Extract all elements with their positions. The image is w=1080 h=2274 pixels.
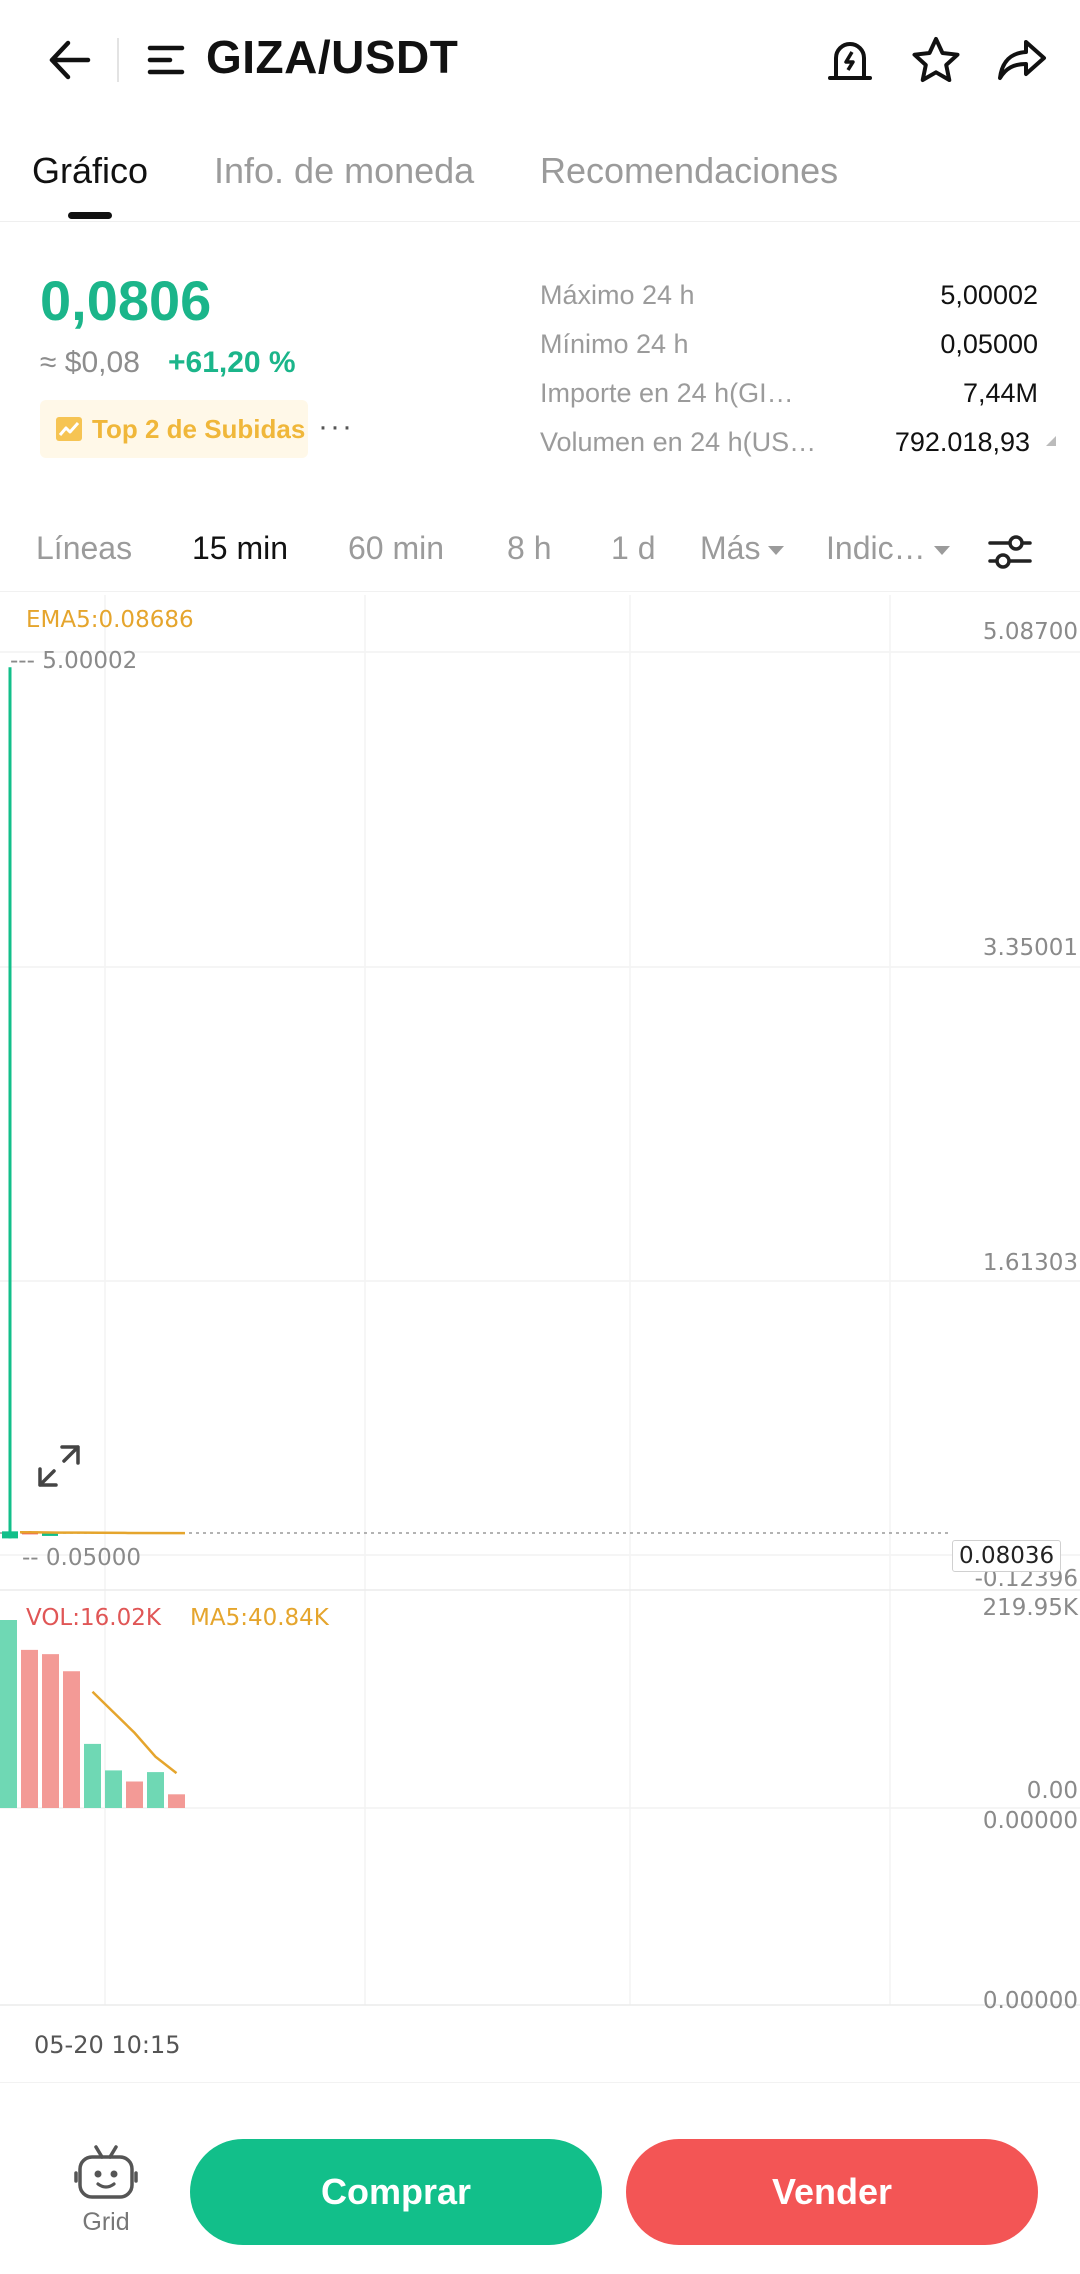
interval-lines[interactable]: Líneas — [36, 530, 132, 567]
max-price-marker: --- 5.00002 — [10, 648, 138, 674]
interval-8h[interactable]: 8 h — [507, 530, 551, 567]
more-caret-icon — [768, 546, 785, 556]
pair-menu-icon[interactable] — [144, 38, 188, 82]
price-axis-tick: 1.61303 — [982, 1250, 1078, 1276]
share-icon[interactable] — [994, 32, 1050, 88]
indicator-axis-tick: 0.00000 — [982, 1988, 1078, 2014]
tab-bar: Gráfico Info. de moneda Recomendaciones — [0, 130, 1080, 222]
indicator-axis-tick: 0.00000 — [982, 1808, 1078, 1834]
stat-volume-label: Volumen en 24 h(US… — [540, 427, 817, 457]
price-usd: ≈ $0,08 — [40, 346, 140, 379]
volume-bar — [126, 1781, 143, 1808]
indicators-dropdown[interactable]: Indic… — [826, 530, 950, 567]
interval-bar: Líneas 15 min 60 min 8 h 1 d Más Indic… — [0, 512, 1080, 592]
fullscreen-expand-icon[interactable] — [36, 1443, 82, 1489]
pair-title[interactable]: GIZA/USDT — [206, 30, 458, 84]
stat-low-value: 0,05000 — [940, 329, 1038, 359]
buy-button[interactable]: Comprar — [190, 2139, 602, 2245]
volume-label: VOL:16.02K — [26, 1605, 161, 1631]
current-price-tag: 0.08036 — [952, 1540, 1062, 1572]
volume-bar — [0, 1620, 17, 1808]
volume-bar — [168, 1794, 185, 1808]
stat-amount-label: Importe en 24 h(GI… — [540, 378, 794, 408]
price-alert-icon[interactable] — [822, 32, 878, 88]
stat-volume-value: 792.018,93 — [894, 427, 1030, 457]
volume-axis-tick: 0.00 — [1026, 1778, 1078, 1804]
stat-amount-value: 7,44M — [962, 378, 1038, 408]
grid-bot-label: Grid — [82, 2208, 130, 2236]
header-divider — [117, 38, 119, 82]
interval-more-label: Más — [700, 530, 761, 566]
tab-coin-info[interactable]: Info. de moneda — [214, 150, 474, 192]
top-bar: GIZA/USDT — [0, 0, 1080, 120]
price-axis-tick: 3.35001 — [982, 935, 1078, 961]
interval-1d[interactable]: 1 d — [611, 530, 655, 567]
stat-low-label: Mínimo 24 h — [540, 329, 689, 359]
interval-15min[interactable]: 15 min — [192, 530, 288, 567]
price-axis-tick: 5.08700 — [982, 619, 1078, 645]
kline-chart[interactable]: EMA5:0.08686 --- 5.00002 -- 0.05000 5.08… — [0, 595, 1080, 2065]
price-change: +61,20 % — [168, 346, 296, 379]
back-arrow-icon[interactable] — [40, 30, 100, 90]
bottom-action-bar: Grid Comprar Vender — [0, 2082, 1080, 2274]
chart-canvas[interactable] — [0, 595, 1080, 2065]
tab-chart[interactable]: Gráfico — [32, 150, 148, 192]
ema-line — [19, 1530, 186, 1535]
volume-bar — [42, 1654, 59, 1808]
active-tab-indicator — [68, 212, 112, 219]
sell-button[interactable]: Vender — [626, 2139, 1038, 2245]
last-price: 0,0806 — [40, 269, 212, 332]
trending-up-icon — [56, 417, 82, 441]
grid-bot-icon — [74, 2145, 138, 2199]
favorite-star-icon[interactable] — [908, 32, 964, 88]
grid-bot-button[interactable]: Grid — [68, 2143, 144, 2237]
volume-expand-icon — [1046, 436, 1056, 446]
volume-bar — [84, 1743, 101, 1808]
volume-bar — [63, 1671, 80, 1808]
chart-settings-icon[interactable] — [986, 530, 1034, 574]
interval-more-dropdown[interactable]: Más — [700, 530, 785, 567]
stat-high-value: 5,00002 — [940, 280, 1038, 310]
interval-60min[interactable]: 60 min — [348, 530, 444, 567]
stat-high-label: Máximo 24 h — [540, 280, 695, 310]
more-tags-button[interactable]: ··· — [318, 410, 354, 444]
time-axis-label: 05-20 10:15 — [34, 2031, 181, 2059]
volume-bar — [21, 1649, 38, 1808]
ranking-badge-label: Top 2 de Subidas — [92, 413, 306, 444]
candle-body — [2, 1531, 18, 1539]
volume-bar — [147, 1772, 164, 1808]
tab-recommendations[interactable]: Recomendaciones — [540, 150, 838, 192]
indicators-caret-icon — [933, 546, 950, 556]
volume-bar — [105, 1770, 122, 1808]
volume-axis-tick: 219.95K — [982, 1595, 1078, 1621]
min-price-marker: -- 0.05000 — [22, 1545, 142, 1571]
volume-ma-label: MA5:40.84K — [190, 1605, 329, 1631]
ranking-badge[interactable]: Top 2 de Subidas — [40, 400, 308, 458]
indicators-label: Indic… — [826, 530, 926, 566]
ema-label: EMA5:0.08686 — [26, 607, 194, 633]
